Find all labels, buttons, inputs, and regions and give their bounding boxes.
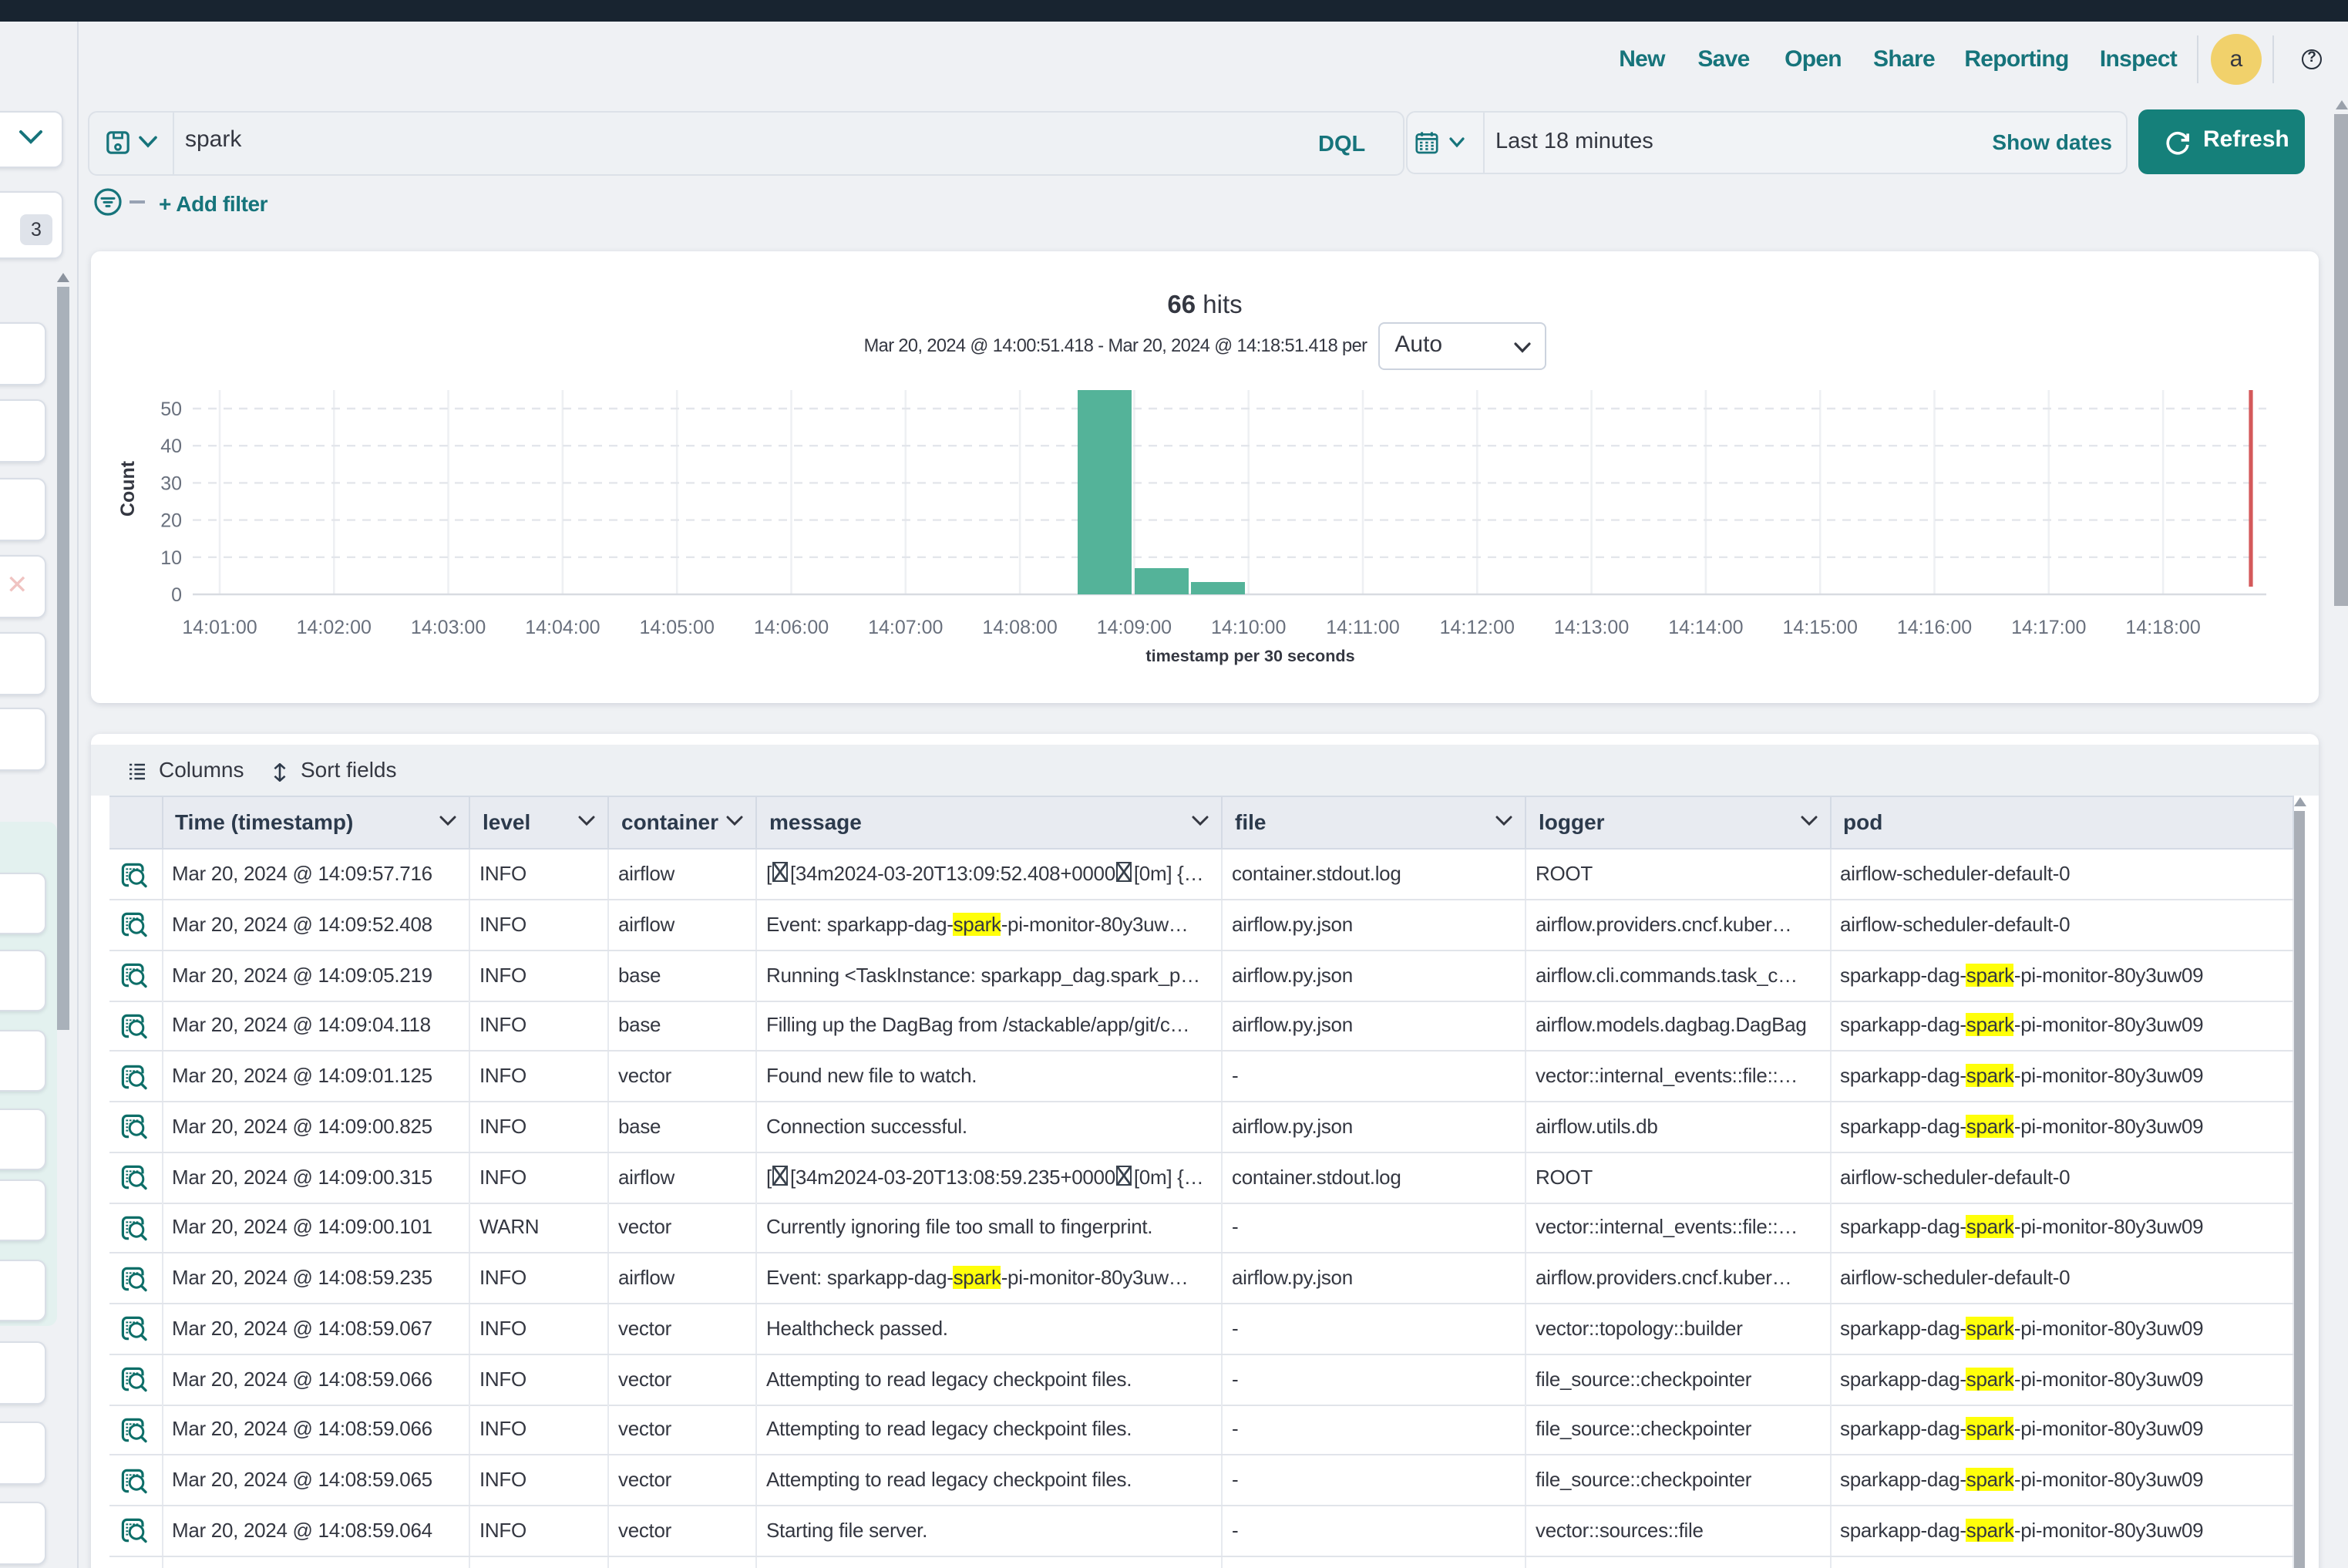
svg-text:14:04:00: 14:04:00 (525, 617, 600, 638)
svg-text:14:13:00: 14:13:00 (1554, 617, 1629, 638)
svg-text:14:15:00: 14:15:00 (1783, 617, 1858, 638)
svg-text:14:01:00: 14:01:00 (182, 617, 257, 638)
svg-text:14:10:00: 14:10:00 (1211, 617, 1286, 638)
svg-text:0: 0 (171, 584, 182, 606)
svg-text:timestamp per 30 seconds: timestamp per 30 seconds (1145, 646, 1354, 665)
svg-text:20: 20 (160, 510, 182, 532)
svg-text:10: 10 (160, 547, 182, 569)
svg-text:14:06:00: 14:06:00 (754, 617, 829, 638)
svg-text:14:09:00: 14:09:00 (1097, 617, 1172, 638)
svg-text:50: 50 (160, 399, 182, 420)
svg-text:14:12:00: 14:12:00 (1440, 617, 1515, 638)
svg-text:14:07:00: 14:07:00 (868, 617, 943, 638)
svg-text:14:05:00: 14:05:00 (640, 617, 715, 638)
svg-text:14:02:00: 14:02:00 (297, 617, 372, 638)
svg-text:14:08:00: 14:08:00 (982, 617, 1057, 638)
svg-text:14:17:00: 14:17:00 (2011, 617, 2086, 638)
svg-text:14:16:00: 14:16:00 (1897, 617, 1972, 638)
svg-text:14:03:00: 14:03:00 (411, 617, 486, 638)
svg-text:30: 30 (160, 473, 182, 494)
svg-text:14:14:00: 14:14:00 (1668, 617, 1743, 638)
svg-text:40: 40 (160, 436, 182, 457)
svg-text:14:11:00: 14:11:00 (1326, 617, 1399, 638)
svg-text:14:18:00: 14:18:00 (2125, 617, 2200, 638)
svg-text:Count: Count (117, 460, 139, 516)
